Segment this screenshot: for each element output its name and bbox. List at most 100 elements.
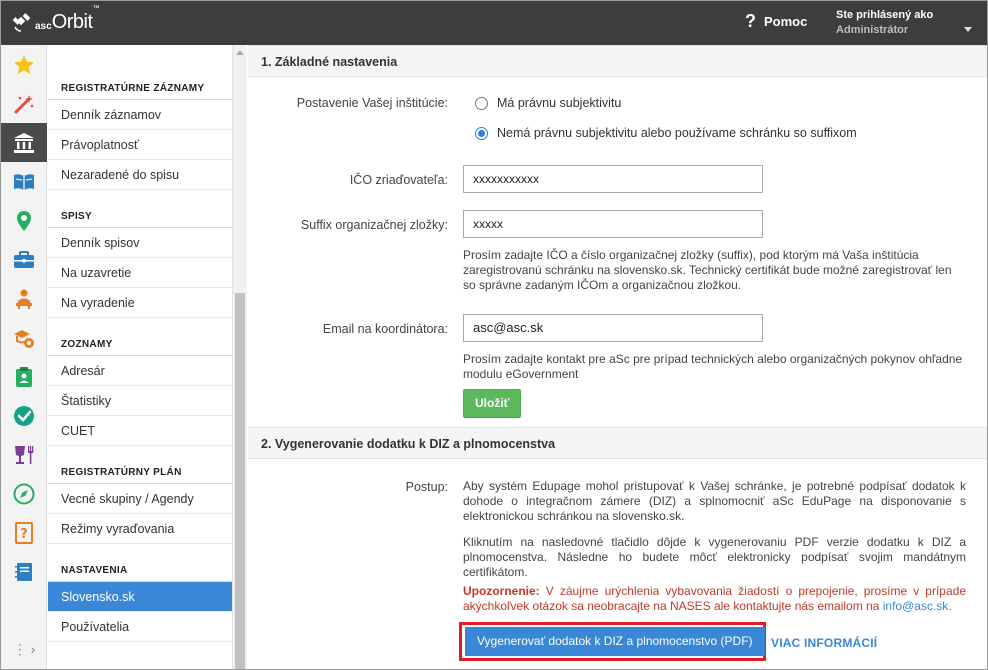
- rail-magic[interactable]: [1, 84, 47, 123]
- check-circle-icon: [14, 405, 34, 426]
- svg-text:?: ?: [20, 527, 28, 542]
- radio-has-legal-status[interactable]: Má právnu subjektivitu: [475, 96, 621, 110]
- scrollbar-thumb[interactable]: [235, 293, 245, 669]
- menu-section-files: SPISY: [48, 206, 232, 228]
- warning-paragraph: Upozornenie: V záujme urýchlenia vybavov…: [463, 584, 966, 614]
- school-gear-icon: [14, 329, 34, 348]
- rail-check[interactable]: [1, 396, 47, 435]
- procedure-paragraph-1: Aby systém Edupage mohol pristupovať k V…: [463, 479, 966, 523]
- menu-top-spacer: [48, 45, 232, 78]
- rail-briefcase[interactable]: [1, 240, 47, 279]
- user-name: Administrátor: [836, 24, 909, 36]
- menu-item-subject-groups[interactable]: Vecné skupiny / Agendy: [48, 484, 232, 514]
- procedure-label: Postup:: [405, 480, 448, 494]
- more-info-link[interactable]: VIAC INFORMÁCIÍ: [771, 636, 877, 650]
- menu-item-address-book[interactable]: Adresár: [48, 356, 232, 386]
- warning-label: Upozornenie:: [463, 584, 540, 598]
- email-label: Email na koordinátora:: [322, 322, 448, 336]
- rail-clipboard[interactable]: [1, 357, 47, 396]
- rail-notebook[interactable]: [1, 552, 47, 591]
- scroll-up-arrow-icon[interactable]: [236, 50, 244, 55]
- menu-section-settings: NASTAVENIA: [48, 560, 232, 582]
- book-icon: [14, 173, 34, 190]
- support-email-link[interactable]: info@asc.sk: [883, 599, 949, 613]
- suffix-help-text: Prosím zadajte IČO a číslo organizačnej …: [463, 248, 952, 292]
- radio-checked-icon[interactable]: [475, 126, 488, 140]
- user-caption: Ste prihlásený ako: [836, 9, 934, 21]
- section-generate-title: 2. Vygenerovanie dodatku k DIZ a plnomoc…: [248, 427, 987, 459]
- menu-item-unassigned[interactable]: Nezaradené do spisu: [48, 160, 232, 190]
- rail-star[interactable]: [1, 45, 47, 84]
- app-logo[interactable]: asc Orbit™: [11, 4, 100, 37]
- procedure-paragraph-2: Kliknutím na nasledovné tlačidlo dôjde k…: [463, 535, 966, 579]
- ico-input[interactable]: xxxxxxxxxxx: [463, 165, 763, 193]
- save-button[interactable]: Uložiť: [463, 389, 522, 418]
- menu-gap: [48, 190, 232, 206]
- section-menu: REGISTRATÚRNE ZÁZNAMY Denník záznamov Pr…: [48, 45, 233, 669]
- rail-school[interactable]: [1, 318, 47, 357]
- question-icon: ?: [745, 11, 756, 31]
- menu-item-statistics[interactable]: Štatistiky: [48, 386, 232, 416]
- satellite-icon: [12, 13, 31, 32]
- magic-wand-icon: [14, 94, 34, 113]
- ico-label: IČO zriaďovateľa:: [349, 173, 448, 187]
- compass-icon: [13, 483, 35, 504]
- icon-rail: ? ⋮ ›: [1, 45, 47, 669]
- top-bar: asc Orbit™ ? Pomoc Ste prihlásený ako Ad…: [1, 1, 987, 45]
- menu-gap: [48, 318, 232, 334]
- menu-gap: [48, 446, 232, 462]
- suffix-input[interactable]: xxxxx: [463, 210, 763, 238]
- menu-scrollbar[interactable]: [233, 45, 247, 669]
- rail-book[interactable]: [1, 162, 47, 201]
- radio-unchecked-icon[interactable]: [475, 96, 488, 110]
- rail-more-button[interactable]: ⋮ ›: [1, 637, 47, 661]
- menu-section-lists: ZOZNAMY: [48, 334, 232, 356]
- app-window: asc Orbit™ ? Pomoc Ste prihlásený ako Ad…: [0, 0, 988, 670]
- rail-person[interactable]: [1, 279, 47, 318]
- rail-dining[interactable]: [1, 435, 47, 474]
- menu-gap: [48, 544, 232, 560]
- logo-prefix: asc: [35, 20, 52, 32]
- radio-has-legal-status-label: Má právnu subjektivitu: [497, 96, 622, 110]
- notebook-icon: [15, 562, 32, 581]
- email-help-text: Prosím zadajte kontakt pre aSc pre prípa…: [463, 352, 963, 381]
- menu-item-file-diary[interactable]: Denník spisov: [48, 228, 232, 258]
- chevron-down-icon: [964, 27, 972, 32]
- menu-item-to-close[interactable]: Na uzavretie: [48, 258, 232, 288]
- generate-pdf-button[interactable]: Vygenerovať dodatok k DIZ a plnomocenstv…: [465, 627, 765, 656]
- suffix-label: Suffix organizačnej zložky:: [300, 218, 448, 232]
- institution-status-label: Postavenie Vašej inštitúcie:: [296, 96, 448, 110]
- menu-item-slovensko-sk[interactable]: Slovensko.sk: [48, 582, 232, 612]
- question-book-icon: ?: [15, 521, 33, 544]
- person-desk-icon: [16, 289, 32, 309]
- menu-section-records: REGISTRATÚRNE ZÁZNAMY: [48, 78, 232, 100]
- menu-section-plan: REGISTRATÚRNY PLÁN: [48, 462, 232, 484]
- briefcase-icon: [14, 250, 34, 268]
- rail-help-book[interactable]: ?: [1, 513, 47, 552]
- menu-item-discard-modes[interactable]: Režimy vyraďovania: [48, 514, 232, 544]
- logo-name: Orbit™: [51, 4, 100, 33]
- radio-no-legal-status[interactable]: Nemá právnu subjektivitu alebo používame…: [475, 126, 857, 140]
- menu-item-validity[interactable]: Právoplatnosť: [48, 130, 232, 160]
- email-input[interactable]: asc@asc.sk: [463, 314, 763, 342]
- menu-item-cuet[interactable]: CUET: [48, 416, 232, 446]
- warning-end: .: [948, 599, 952, 613]
- radio-no-legal-status-label: Nemá právnu subjektivitu alebo používame…: [497, 126, 857, 140]
- institution-icon: [14, 132, 34, 153]
- help-button[interactable]: ? Pomoc: [745, 11, 807, 32]
- cup-fork-icon: [15, 445, 34, 464]
- map-pin-icon: [17, 210, 31, 231]
- rail-institution[interactable]: [1, 123, 47, 162]
- clipboard-person-icon: [16, 366, 32, 387]
- menu-item-to-discard[interactable]: Na vyradenie: [48, 288, 232, 318]
- rail-compass[interactable]: [1, 474, 47, 513]
- user-menu[interactable]: Ste prihlásený ako Administrátor: [836, 9, 976, 36]
- star-icon: [14, 54, 34, 74]
- main-content: 1. Základné nastavenia Postavenie Vašej …: [248, 45, 987, 669]
- logo-trademark: ™: [92, 4, 100, 12]
- rail-location[interactable]: [1, 201, 47, 240]
- menu-item-users[interactable]: Používatelia: [48, 612, 232, 642]
- help-label: Pomoc: [764, 14, 808, 29]
- section-basic-settings-title: 1. Základné nastavenia: [248, 45, 987, 77]
- menu-item-record-diary[interactable]: Denník záznamov: [48, 100, 232, 130]
